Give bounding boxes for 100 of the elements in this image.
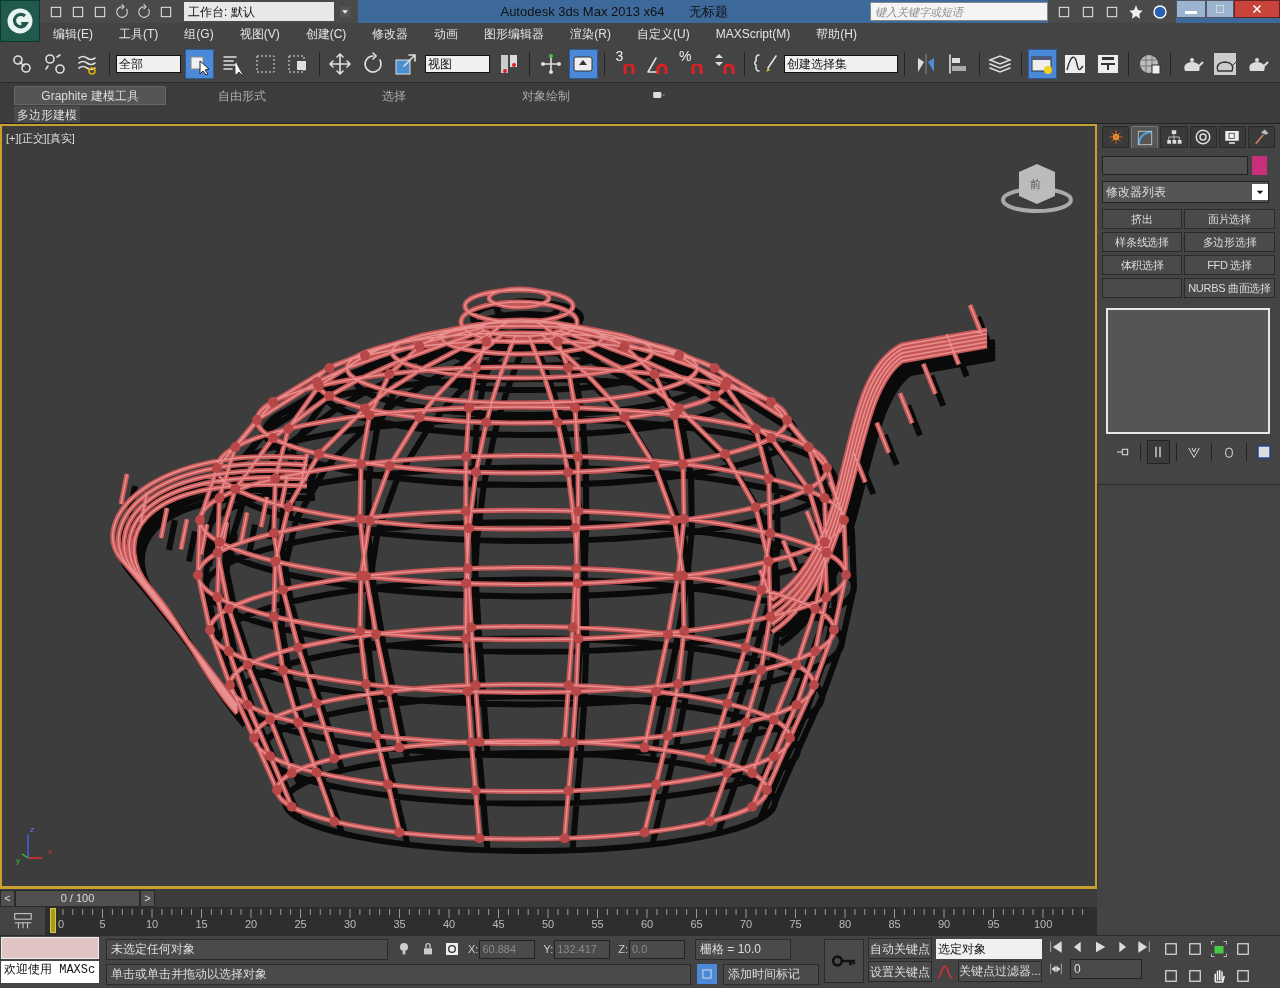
frame-number: 75 [789, 919, 802, 930]
percent-snap-magnet-icon [691, 63, 704, 76]
modifier-stack-list[interactable] [1106, 308, 1270, 434]
frame-number: 5 [99, 919, 106, 930]
close-button[interactable] [1234, 0, 1280, 18]
viewcube[interactable]: 前 [999, 160, 1075, 216]
modifier-button[interactable]: 面片选择 [1184, 209, 1275, 229]
workspace-dropdown[interactable]: 工作台: 默认 [184, 2, 334, 21]
frame-number: 50 [542, 919, 555, 930]
ribbon-panel-label[interactable]: 多边形建模 [14, 105, 80, 123]
dropdown-arrow-icon[interactable] [340, 6, 350, 17]
frame-number: 15 [195, 919, 208, 930]
command-panel-tab[interactable] [1102, 126, 1130, 148]
add-time-tag-button[interactable]: 添加时间标记 [723, 963, 819, 985]
help-icon[interactable] [1152, 3, 1168, 20]
absolute-mode-icon[interactable] [444, 941, 460, 957]
maxscript-listener-output[interactable]: 欢迎使用 MAXSc [1, 961, 99, 983]
modifier-button[interactable]: 挤出 [1102, 209, 1182, 229]
key-mode-toggle-icon[interactable] [1048, 961, 1064, 977]
toolbar-button[interactable]: % [676, 48, 706, 79]
menu-item[interactable]: 修改器 [359, 25, 422, 43]
command-panel-tab[interactable] [1160, 126, 1188, 148]
axis-label: z [30, 824, 34, 836]
toolbar-button[interactable] [185, 48, 215, 79]
modifier-button[interactable]: 样条线选择 [1102, 232, 1182, 252]
menu-item[interactable]: MAXScript(M) [702, 25, 804, 43]
ribbon-tab[interactable]: 自由形式 [166, 86, 318, 105]
modifier-button[interactable]: 多边形选择 [1184, 232, 1275, 252]
viewcube-face-label: 前 [1030, 177, 1041, 192]
frame-number: 25 [294, 919, 307, 930]
modifier-button[interactable]: FFD 选择 [1184, 255, 1275, 275]
current-frame-field[interactable]: 0 [1070, 959, 1142, 979]
command-panel-tab[interactable] [1247, 126, 1276, 148]
go-to-end-icon[interactable] [1136, 939, 1152, 955]
object-color-swatch[interactable] [1252, 156, 1267, 175]
menu-item[interactable]: 组(G) [171, 25, 227, 43]
menu-item[interactable]: 编辑(E) [40, 25, 106, 43]
menu-item[interactable]: 工具(T) [106, 25, 172, 43]
key-mode-dropdown[interactable]: 选定对象 [936, 938, 1042, 959]
time-slider-thumb[interactable]: 0 / 100 [15, 890, 140, 907]
snap-magnet-icon [623, 63, 636, 76]
ribbon-tab[interactable]: 选择 [318, 86, 470, 105]
viewport-label[interactable]: [真实] [46, 130, 75, 147]
coordinate-label: X: [468, 941, 479, 957]
frame-number: 65 [690, 919, 703, 930]
next-frame-button[interactable]: > [140, 890, 155, 907]
star-icon[interactable] [1128, 3, 1144, 20]
restore-button[interactable] [1206, 0, 1234, 18]
go-to-start-icon[interactable] [1048, 939, 1064, 955]
grid-size-readout: 栅格 = 10.0 [695, 938, 791, 960]
menu-item[interactable]: 帮助(H) [803, 25, 870, 43]
menu-item[interactable]: 创建(C) [292, 25, 360, 43]
ribbon-tab[interactable]: 对象绘制 [470, 86, 622, 105]
document-title: 无标题 [688, 2, 728, 21]
redo-icon[interactable] [136, 3, 152, 20]
frame-number: 85 [888, 919, 901, 930]
toolbar-dropdown[interactable]: 视图 [424, 54, 491, 73]
toolbar-dropdown[interactable]: 创建选择集 [784, 54, 899, 73]
key-filters-button[interactable]: 关键点过滤器... [958, 961, 1042, 982]
toolbar-button[interactable] [1027, 48, 1057, 79]
menu-item[interactable]: 图形编辑器 [471, 25, 558, 43]
manipulate-icon [538, 51, 563, 76]
maxscript-listener-input[interactable] [1, 937, 99, 959]
stack-tool-button[interactable] [1147, 440, 1170, 464]
rendered-frame-icon [1212, 51, 1237, 76]
toolbar-button[interactable] [568, 48, 598, 79]
viewport-label[interactable]: [正交] [18, 130, 47, 147]
menu-item[interactable]: 视图(V) [226, 25, 293, 43]
hammer-icon [1252, 128, 1271, 146]
time-tag-toggle[interactable] [697, 964, 717, 984]
menu-item[interactable]: 动画 [421, 25, 472, 43]
move-icon [328, 51, 353, 76]
window-title: Autodesk 3ds Max 2013 x64 [500, 2, 665, 21]
ribbon-tab[interactable]: Graphite 建模工具 [14, 86, 166, 105]
track-bar-ruler[interactable]: 0 5 10 15 20 25 30 35 40 45 50 55 60 65 70 75 80 85 90 95 100 [45, 907, 1097, 935]
command-panel-tab[interactable] [1218, 126, 1246, 148]
modifier-list-dropdown[interactable]: 修改器列表 [1102, 181, 1269, 203]
application-button[interactable] [0, 0, 40, 42]
zoom-extents-icon[interactable] [1210, 940, 1228, 958]
command-panel-tab[interactable] [1189, 126, 1217, 148]
auto-key-button[interactable]: 自动关键点 [868, 938, 932, 959]
previous-frame-button[interactable]: < [0, 890, 15, 907]
menu-item[interactable]: 自定义(U) [624, 25, 703, 43]
menu-item[interactable]: 渲染(R) [557, 25, 624, 43]
toolbar-button[interactable]: 3 [610, 48, 640, 79]
object-name-field[interactable] [1102, 156, 1248, 175]
create-burst-icon [1106, 128, 1125, 146]
set-key-mode-button[interactable]: 设置关键点 [868, 961, 932, 982]
frame-number: 10 [146, 919, 159, 930]
minimize-button[interactable] [1176, 0, 1206, 18]
frame-number: 70 [740, 919, 753, 930]
viewport[interactable]: [+][正交][真实] 前 z x y [0, 124, 1097, 888]
viewport-label[interactable]: [+] [6, 130, 19, 147]
modifier-button[interactable]: NURBS 曲面选择 [1184, 278, 1275, 298]
time-slider-track[interactable]: < 0 / 100 > [0, 888, 1097, 907]
modifier-button[interactable]: 体积选择 [1102, 255, 1182, 275]
undo-icon[interactable] [114, 3, 130, 20]
window-icon [700, 967, 714, 981]
toolbar-dropdown[interactable]: 全部 [115, 54, 182, 73]
search-field[interactable]: 键入关键字或短语 [870, 2, 1048, 21]
